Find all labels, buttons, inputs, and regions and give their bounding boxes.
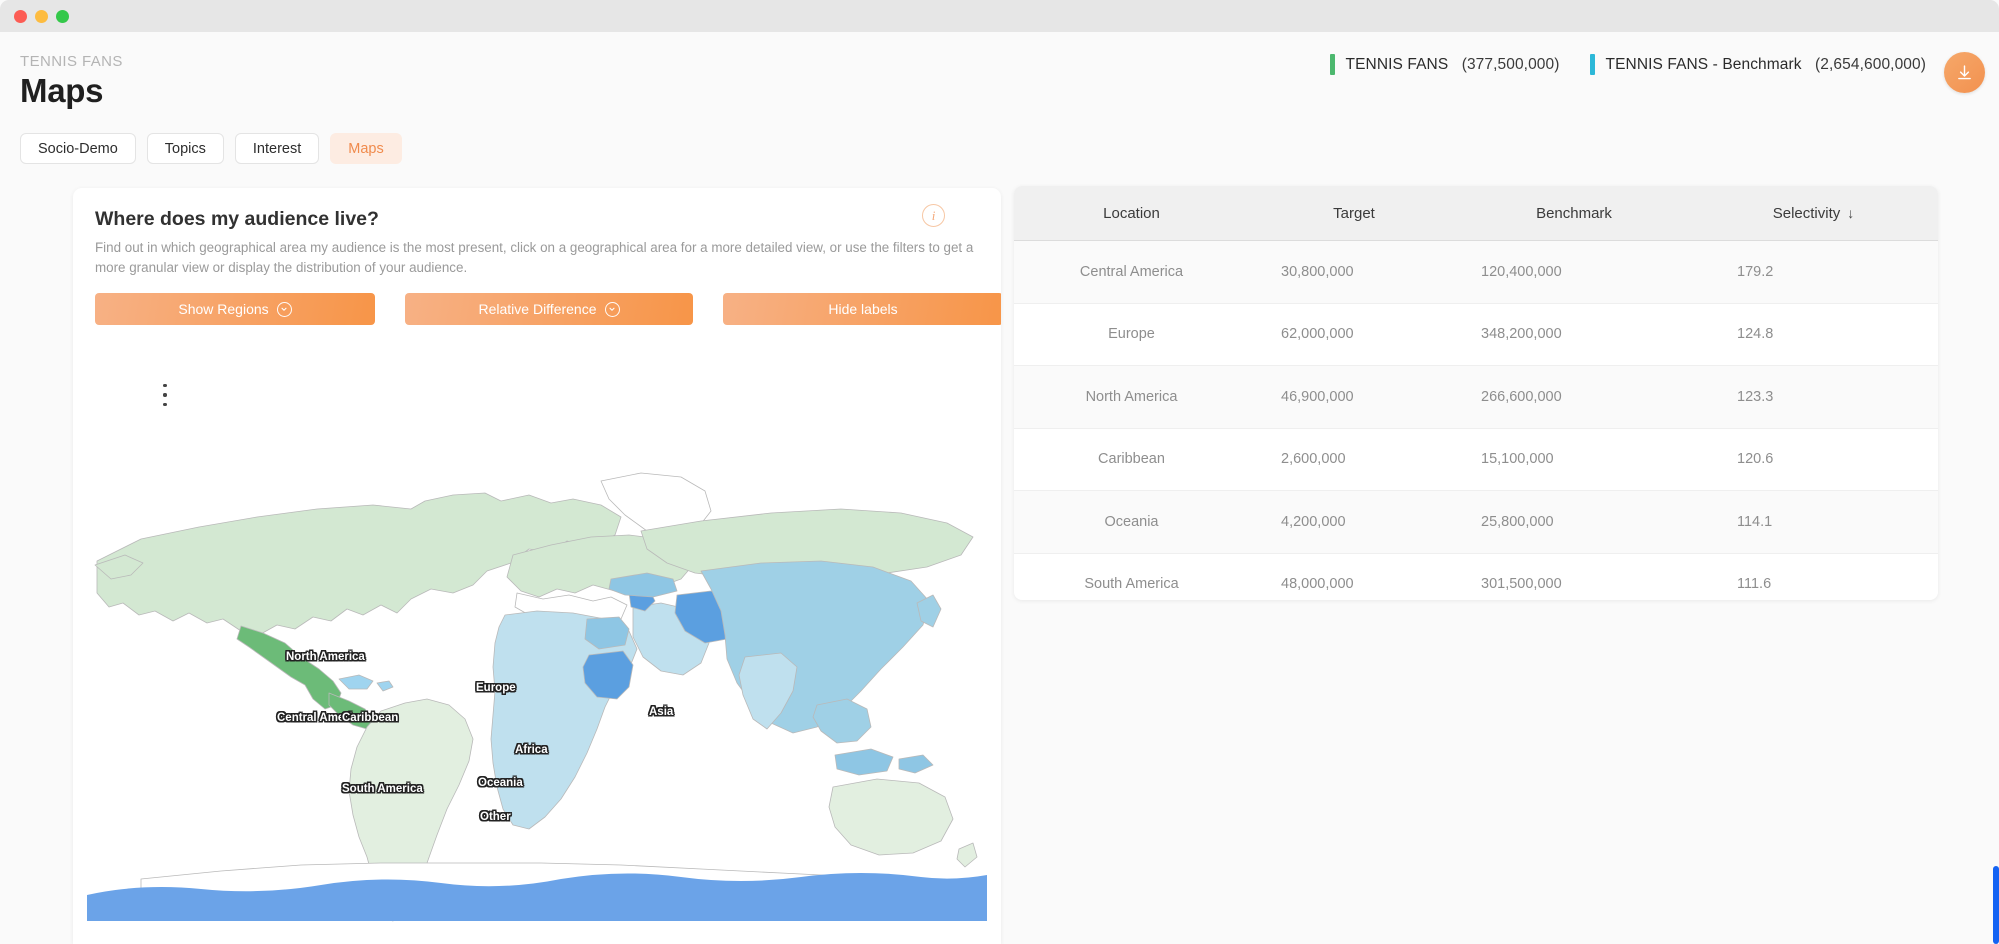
cell-selectivity: 123.3 (1737, 388, 1774, 405)
region-caribbean (338, 674, 394, 692)
relative-difference-button[interactable]: Relative Difference (405, 293, 693, 325)
hide-labels-label: Hide labels (828, 301, 898, 317)
download-button[interactable] (1944, 52, 1985, 93)
relative-difference-label: Relative Difference (478, 301, 597, 317)
region-central-america-isthmus (328, 692, 374, 730)
map-card: Where does my audience live? Find out in… (73, 188, 1001, 944)
world-map-svg (87, 472, 987, 922)
tab-maps[interactable]: Maps (330, 133, 402, 164)
kebab-dot (163, 384, 167, 388)
region-new-zealand (956, 842, 978, 868)
show-regions-button[interactable]: Show Regions (95, 293, 375, 325)
legend-color-swatch-benchmark (1589, 54, 1595, 75)
legend-name-target: TENNIS FANS (1345, 55, 1449, 73)
locations-table: Location Target Benchmark Selectivity ↓ … (1014, 186, 1938, 600)
cell-benchmark: 120,400,000 (1481, 263, 1562, 280)
cell-location: Central America (1079, 263, 1184, 280)
region-indonesia (834, 748, 934, 776)
table-row[interactable]: Europe 62,000,000 348,200,000 124.8 (1014, 304, 1938, 366)
audience-legend: TENNIS FANS (377,500,000) TENNIS FANS - … (1329, 54, 1926, 75)
info-icon[interactable]: i (922, 204, 945, 227)
map-card-description: Find out in which geographical area my a… (95, 240, 974, 276)
cell-benchmark: 15,100,000 (1481, 451, 1554, 468)
table-header-row: Location Target Benchmark Selectivity ↓ (1014, 186, 1938, 241)
table-row[interactable]: Central America 30,800,000 120,400,000 1… (1014, 241, 1938, 304)
region-central-america (236, 625, 342, 710)
column-header-target[interactable]: Target (1249, 205, 1459, 222)
cell-target: 46,900,000 (1281, 388, 1354, 405)
region-australia (828, 778, 954, 856)
cell-target: 2,600,000 (1281, 451, 1346, 468)
sort-descending-icon: ↓ (1847, 205, 1855, 221)
table-row[interactable]: Oceania 4,200,000 25,800,000 114.1 (1014, 491, 1938, 554)
legend-value-target: (377,500,000) (1461, 55, 1560, 73)
legend-item-target: TENNIS FANS (377,500,000) (1329, 54, 1560, 75)
legend-name-benchmark: TENNIS FANS - Benchmark (1605, 55, 1802, 73)
cell-location: Europe (1108, 326, 1155, 343)
download-icon (1958, 65, 1971, 80)
column-header-selectivity[interactable]: Selectivity ↓ (1689, 205, 1938, 222)
cell-location: Caribbean (1098, 451, 1165, 468)
chevron-down-icon (276, 301, 292, 317)
map-controls: Show Regions Relative Difference Hide la… (95, 293, 1001, 325)
cell-location: North America (1085, 388, 1178, 405)
page-scrollbar[interactable] (1993, 866, 1999, 944)
cell-target: 30,800,000 (1281, 263, 1354, 280)
cell-benchmark: 301,500,000 (1481, 576, 1562, 593)
minimize-window-button[interactable] (35, 9, 48, 23)
legend-value-benchmark: (2,654,600,000) (1815, 55, 1926, 73)
tab-topics[interactable]: Topics (146, 133, 224, 164)
kebab-menu-icon[interactable] (158, 384, 172, 406)
world-map[interactable]: North America Europe Central America Car… (81, 443, 993, 943)
column-header-location[interactable]: Location (1014, 205, 1249, 222)
cell-location: Oceania (1104, 513, 1159, 530)
cell-target: 48,000,000 (1281, 576, 1354, 593)
map-card-title: Where does my audience live? (95, 208, 379, 230)
legend-label-benchmark: TENNIS FANS - Benchmark (2,654,600,000) (1606, 56, 1926, 74)
cell-selectivity: 114.1 (1737, 513, 1773, 530)
cell-selectivity: 124.8 (1737, 326, 1774, 343)
cell-benchmark: 25,800,000 (1481, 513, 1554, 530)
maximize-window-button[interactable] (56, 9, 69, 23)
hide-labels-button[interactable]: Hide labels (723, 293, 1001, 325)
legend-item-benchmark: TENNIS FANS - Benchmark (2,654,600,000) (1589, 54, 1926, 75)
chevron-down-icon (604, 301, 620, 317)
cell-benchmark: 348,200,000 (1481, 326, 1562, 343)
table-row[interactable]: Caribbean 2,600,000 15,100,000 120.6 (1014, 429, 1938, 491)
app-root: TENNIS FANS Maps TENNIS FANS (377,500,00… (0, 0, 1999, 944)
column-header-selectivity-label: Selectivity (1772, 204, 1841, 222)
tab-interest[interactable]: Interest (234, 133, 320, 164)
window-titlebar (0, 0, 1999, 32)
column-header-benchmark[interactable]: Benchmark (1459, 205, 1689, 222)
show-regions-label: Show Regions (178, 301, 269, 317)
cell-target: 62,000,000 (1281, 326, 1354, 343)
tab-socio-demo[interactable]: Socio-Demo (20, 133, 136, 164)
kebab-dot (163, 402, 167, 406)
page-header: TENNIS FANS Maps TENNIS FANS (377,500,00… (0, 32, 1999, 130)
legend-color-swatch-target (1329, 54, 1335, 75)
cell-location: South America (1084, 576, 1179, 593)
breadcrumb: TENNIS FANS (20, 53, 123, 70)
section-tabs: Socio-Demo Topics Interest Maps (20, 133, 402, 164)
region-southeast-asia (812, 698, 872, 744)
region-asia (700, 560, 930, 734)
cell-benchmark: 266,600,000 (1481, 388, 1562, 405)
close-window-button[interactable] (14, 9, 27, 23)
cell-selectivity: 111.6 (1737, 576, 1772, 593)
kebab-dot (163, 393, 167, 397)
legend-label-target: TENNIS FANS (377,500,000) (1346, 56, 1560, 74)
cell-selectivity: 179.2 (1737, 263, 1774, 280)
table-row[interactable]: North America 46,900,000 266,600,000 123… (1014, 366, 1938, 429)
cell-target: 4,200,000 (1281, 513, 1346, 530)
page-title: Maps (20, 72, 104, 109)
table-row[interactable]: South America 48,000,000 301,500,000 111… (1014, 554, 1938, 601)
cell-selectivity: 120.6 (1737, 451, 1774, 468)
region-egypt (584, 616, 630, 650)
